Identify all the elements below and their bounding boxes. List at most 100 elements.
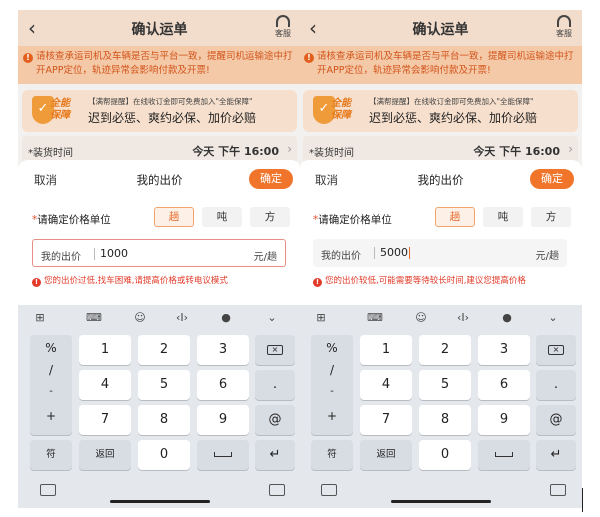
confirm-button[interactable]: 确定 [249,169,293,189]
grid-icon[interactable]: ⊞ [309,310,333,326]
alert-icon: ! [304,53,314,63]
headset-icon [276,15,290,27]
key-9[interactable]: 9 [478,405,530,435]
key-4[interactable]: 4 [79,370,131,400]
symbol-column[interactable]: % / - + [311,335,353,435]
symbol-key-plus[interactable]: + [311,409,353,423]
error-icon: ! [313,278,322,287]
key-0[interactable]: 0 [419,440,471,470]
backspace-key[interactable]: × [536,335,576,365]
keyboard-icon[interactable]: ⌨ [82,310,106,326]
cursor-icon[interactable]: ‹I› [170,310,194,326]
price-input[interactable]: 我的出价 1000 元/趟 [32,239,286,267]
guarantee-slogan: 迟到必惩、爽约必保、加价必赔 [88,111,257,125]
price-input-label: 我的出价 [41,252,81,263]
key-5[interactable]: 5 [419,370,471,400]
symbol-column[interactable]: % / - + [30,335,72,435]
space-key[interactable] [197,440,249,470]
unit-option-trip[interactable]: 趟 [154,207,194,227]
guarantee-reminder: 【满帮提醒】在线收订金即可免费加入"全能保障" [369,97,534,106]
key-3[interactable]: 3 [197,335,249,365]
price-unit-label: *请确定价格单位 [313,212,392,227]
key-5[interactable]: 5 [138,370,190,400]
price-unit: 元/趟 [535,251,559,262]
customer-service-button[interactable]: 客服 [552,15,576,39]
key-3[interactable]: 3 [478,335,530,365]
keyboard-toolbar: ⊞ ⌨ ☺ ‹I› ● ⌄ [299,305,582,331]
home-indicator [110,500,210,503]
grid-icon[interactable]: ⊞ [28,310,52,326]
unit-option-cubic[interactable]: 方 [250,207,290,227]
key-1[interactable]: 1 [79,335,131,365]
symbol-key-percent[interactable]: % [30,341,72,355]
backspace-key[interactable]: × [255,335,295,365]
keyboard-switch-icon[interactable] [40,484,56,496]
home-indicator [391,500,491,503]
backspace-icon: × [267,344,283,355]
symbol-key-slash[interactable]: / [311,363,353,377]
unit-option-cubic[interactable]: 方 [531,207,571,227]
chevron-right-icon: › [568,142,573,156]
collapse-keyboard-icon[interactable]: ⌄ [260,310,284,326]
notice-banner: ! 请核查承运司机及车辆是否与平台一致，提醒司机运输途中打开APP定位，轨迹异常… [299,46,582,84]
back-key[interactable]: 返回 [79,440,131,470]
unit-option-trip[interactable]: 趟 [435,207,475,227]
keyboard-bottom-bar [18,472,301,508]
text-caret [409,247,410,259]
key-2[interactable]: 2 [138,335,190,365]
at-key[interactable]: @ [536,405,576,435]
dot-key[interactable]: . [255,370,295,400]
microphone-icon[interactable]: ● [495,310,519,326]
loading-time-value: 今天 下午 16:00 [473,145,560,158]
price-unit-label: *请确定价格单位 [32,212,111,227]
key-6[interactable]: 6 [197,370,249,400]
page-title: 确认运单 [131,22,188,38]
customer-service-label: 客服 [275,29,291,38]
symbols-key[interactable]: 符 [311,440,353,470]
at-key[interactable]: @ [255,405,295,435]
collapse-keyboard-icon[interactable]: ⌄ [541,310,565,326]
symbol-key-minus[interactable]: - [30,386,72,397]
key-2[interactable]: 2 [419,335,471,365]
symbol-key-minus[interactable]: - [311,386,353,397]
back-key[interactable]: 返回 [360,440,412,470]
return-icon: ↵ [269,447,281,462]
loading-time-label: *装货时间 [28,148,73,159]
key-8[interactable]: 8 [138,405,190,435]
unit-option-ton[interactable]: 吨 [202,207,242,227]
customer-service-button[interactable]: 客服 [271,15,295,39]
space-key[interactable] [478,440,530,470]
cursor-icon[interactable]: ‹I› [451,310,475,326]
symbol-key-percent[interactable]: % [311,341,353,355]
enter-key[interactable]: ↵ [255,440,295,470]
key-7[interactable]: 7 [79,405,131,435]
microphone-icon[interactable]: ● [214,310,238,326]
price-input[interactable]: 我的出价 5000 元/趟 [313,239,567,267]
unit-option-ton[interactable]: 吨 [483,207,523,227]
key-0[interactable]: 0 [138,440,190,470]
key-6[interactable]: 6 [478,370,530,400]
bid-sheet: 取消 我的出价 确定 *请确定价格单位 趟 吨 方 我的出价 1000 元/趟 … [18,160,301,305]
key-1[interactable]: 1 [360,335,412,365]
phone-screen-right: ‹ 确认运单 客服 ! 请核查承运司机及车辆是否与平台一致，提醒司机运输途中打开… [299,10,582,508]
price-warning: ! 您的出价较低,可能需要等待较长时间,建议您提高价格 [313,274,526,287]
symbol-key-slash[interactable]: / [30,363,72,377]
confirm-button[interactable]: 确定 [530,169,574,189]
clipboard-icon[interactable] [269,484,285,496]
key-4[interactable]: 4 [360,370,412,400]
clipboard-icon[interactable] [550,484,566,496]
guarantee-banner[interactable]: ✓ 全能保障 【满帮提醒】在线收订金即可免费加入"全能保障" 迟到必惩、爽约必保… [22,90,297,132]
enter-key[interactable]: ↵ [536,440,576,470]
guarantee-banner[interactable]: ✓ 全能保障 【满帮提醒】在线收订金即可免费加入"全能保障" 迟到必惩、爽约必保… [303,90,578,132]
dot-key[interactable]: . [536,370,576,400]
emoji-icon[interactable]: ☺ [128,310,152,326]
keyboard-switch-icon[interactable] [321,484,337,496]
keyboard-icon[interactable]: ⌨ [363,310,387,326]
headset-icon [557,15,571,27]
symbols-key[interactable]: 符 [30,440,72,470]
key-7[interactable]: 7 [360,405,412,435]
symbol-key-plus[interactable]: + [30,409,72,423]
emoji-icon[interactable]: ☺ [409,310,433,326]
key-8[interactable]: 8 [419,405,471,435]
key-9[interactable]: 9 [197,405,249,435]
